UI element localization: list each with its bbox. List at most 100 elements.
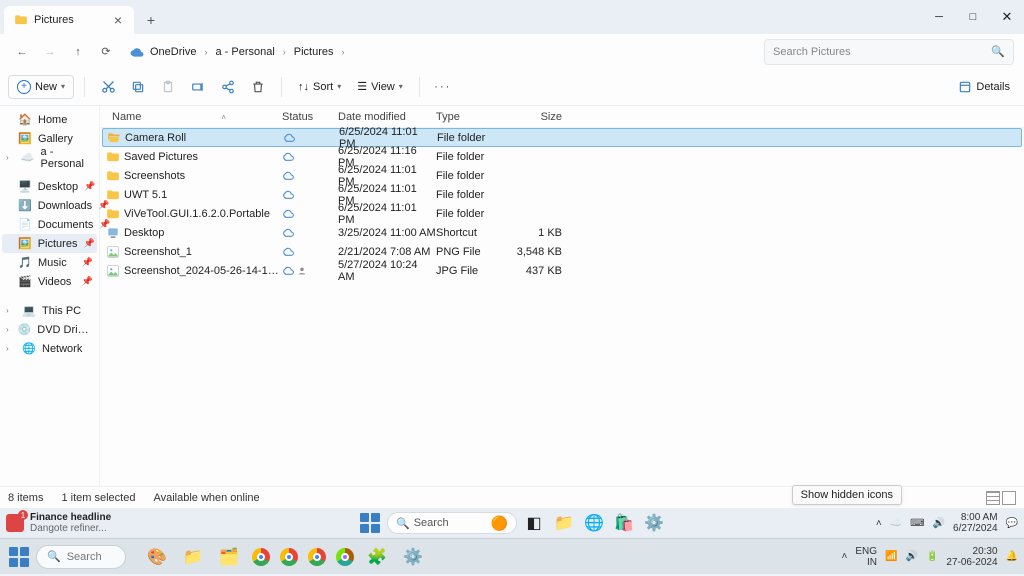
bc-onedrive[interactable]: OneDrive bbox=[146, 42, 200, 62]
chevron-right-icon: › bbox=[6, 325, 12, 334]
up-button[interactable]: ↑ bbox=[64, 38, 92, 66]
col-type[interactable]: Type bbox=[436, 111, 516, 123]
tray-chevron-icon[interactable]: ˄ bbox=[842, 551, 848, 562]
more-button[interactable]: ··· bbox=[430, 74, 456, 100]
forward-button[interactable]: → bbox=[36, 38, 64, 66]
minimize-button[interactable]: ─ bbox=[922, 0, 956, 34]
tab-close-icon[interactable]: × bbox=[110, 12, 126, 28]
input-tray-icon[interactable]: ⌨ bbox=[910, 518, 924, 529]
clock-outer[interactable]: 20:3027-06-2024 bbox=[946, 546, 997, 568]
delete-button[interactable] bbox=[245, 74, 271, 100]
clock[interactable]: 8:00 AM6/27/2024 bbox=[953, 512, 998, 534]
chrome-icon-2[interactable] bbox=[280, 548, 298, 566]
cut-button[interactable] bbox=[95, 74, 121, 100]
settings-icon[interactable]: ⚙️ bbox=[400, 544, 426, 570]
video-icon: 🎬 bbox=[18, 275, 32, 289]
sidebar-item-thispc[interactable]: ›💻This PC bbox=[0, 301, 99, 320]
tray-chevron-icon[interactable]: ˄ bbox=[876, 518, 882, 529]
files-icon[interactable]: 🗂️ bbox=[216, 544, 242, 570]
taskview-button[interactable]: ◧ bbox=[521, 510, 547, 536]
host-search[interactable]: 🔍Search bbox=[36, 545, 126, 569]
share-button[interactable] bbox=[215, 74, 241, 100]
edge-taskbar-icon[interactable]: 🌐 bbox=[581, 510, 607, 536]
new-button[interactable]: + New ▾ bbox=[8, 75, 74, 99]
search-input[interactable]: Search Pictures 🔍 bbox=[764, 39, 1014, 65]
notification-tray-icon[interactable]: 🔔 bbox=[1006, 551, 1018, 562]
copy-button[interactable] bbox=[125, 74, 151, 100]
col-date[interactable]: Date modified bbox=[338, 111, 436, 123]
tab-pictures[interactable]: Pictures × bbox=[4, 6, 134, 34]
pin-icon: 📌 bbox=[82, 276, 93, 287]
sidebar-item-dvd[interactable]: ›💿DVD Drive (D:) CCC bbox=[0, 320, 99, 339]
start-button[interactable] bbox=[357, 510, 383, 536]
taskbar-search[interactable]: 🔍Search🟠 bbox=[387, 512, 517, 534]
paste-button[interactable] bbox=[155, 74, 181, 100]
file-row[interactable]: UWT 5.16/25/2024 11:01 PMFile folder bbox=[100, 185, 1024, 204]
bc-personal[interactable]: a - Personal bbox=[211, 42, 278, 62]
file-type: File folder bbox=[436, 189, 516, 201]
column-headers[interactable]: Name˄ Status Date modified Type Size bbox=[100, 106, 1024, 128]
file-row[interactable]: Screenshot_12/21/2024 7:08 AMPNG File3,5… bbox=[100, 242, 1024, 261]
sidebar-item-downloads[interactable]: ⬇️Downloads📌 bbox=[0, 196, 99, 215]
file-row[interactable]: Screenshots6/25/2024 11:01 PMFile folder bbox=[100, 166, 1024, 185]
view-icons-toggle[interactable] bbox=[1002, 491, 1016, 505]
cloud-icon bbox=[130, 45, 144, 59]
file-row[interactable]: Desktop3/25/2024 11:00 AMShortcut1 KB bbox=[100, 223, 1024, 242]
news-widget[interactable]: Finance headline Dangote refiner... bbox=[6, 512, 111, 534]
settings-taskbar-icon[interactable]: ⚙️ bbox=[641, 510, 667, 536]
sidebar-item-desktop[interactable]: 🖥️Desktop📌 bbox=[0, 177, 99, 196]
sidebar-item-network[interactable]: ›🌐Network bbox=[0, 339, 99, 358]
notification-tray-icon[interactable]: 💬 bbox=[1006, 518, 1018, 529]
address-bar: ← → ↑ ⟳ OneDrive › a - Personal › Pictur… bbox=[0, 34, 1024, 68]
folder-icon bbox=[14, 13, 28, 27]
store-taskbar-icon[interactable]: 🛍️ bbox=[611, 510, 637, 536]
maximize-button[interactable]: □ bbox=[956, 0, 990, 34]
explorer-taskbar-icon[interactable]: 📁 bbox=[551, 510, 577, 536]
sort-icon: ↑↓ bbox=[298, 81, 309, 93]
volume-tray-icon[interactable]: 🔊 bbox=[905, 551, 917, 562]
toolbar: + New ▾ ↑↓ Sort ▾ ☰ View ▾ ··· Details bbox=[0, 68, 1024, 106]
file-size: 3,548 KB bbox=[516, 246, 568, 258]
file-name: Screenshots bbox=[124, 170, 282, 182]
file-status bbox=[282, 169, 338, 182]
sidebar-item-music[interactable]: 🎵Music📌 bbox=[0, 253, 99, 272]
view-button[interactable]: ☰ View ▾ bbox=[351, 76, 409, 97]
rename-button[interactable] bbox=[185, 74, 211, 100]
close-button[interactable]: ✕ bbox=[990, 0, 1024, 34]
details-button[interactable]: Details bbox=[952, 76, 1016, 98]
onedrive-tray-icon[interactable]: ☁️ bbox=[890, 518, 902, 529]
view-details-toggle[interactable] bbox=[986, 491, 1000, 505]
file-row[interactable]: Screenshot_2024-05-26-14-15-47-963_com.m… bbox=[100, 261, 1024, 280]
sidebar-item-home[interactable]: 🏠Home bbox=[0, 110, 99, 129]
breadcrumb[interactable]: OneDrive › a - Personal › Pictures › bbox=[120, 42, 764, 62]
sidebar-item-pictures[interactable]: 🖼️Pictures📌 bbox=[2, 234, 97, 253]
copilot-icon[interactable]: 🎨 bbox=[144, 544, 170, 570]
chrome-dev-icon[interactable] bbox=[336, 548, 354, 566]
new-tab-button[interactable]: + bbox=[138, 7, 164, 33]
sidebar-item-videos[interactable]: 🎬Videos📌 bbox=[0, 272, 99, 291]
sort-button[interactable]: ↑↓ Sort ▾ bbox=[292, 77, 347, 97]
back-button[interactable]: ← bbox=[8, 38, 36, 66]
file-row[interactable]: ViVeTool.GUI.1.6.2.0.Portable6/25/2024 1… bbox=[100, 204, 1024, 223]
sidebar-item-personal[interactable]: ›☁️a - Personal bbox=[0, 148, 99, 167]
col-name[interactable]: Name˄ bbox=[106, 111, 282, 123]
battery-tray-icon[interactable]: 🔋 bbox=[926, 551, 938, 562]
file-row[interactable]: Camera Roll6/25/2024 11:01 PMFile folder bbox=[102, 128, 1022, 147]
file-type: PNG File bbox=[436, 246, 516, 258]
app-icon[interactable]: 🧩 bbox=[364, 544, 390, 570]
chrome-icon[interactable] bbox=[252, 548, 270, 566]
col-size[interactable]: Size bbox=[516, 111, 568, 123]
lang-indicator[interactable]: ENGIN bbox=[855, 546, 877, 568]
wifi-tray-icon[interactable]: 📶 bbox=[885, 551, 897, 562]
sidebar-item-documents[interactable]: 📄Documents📌 bbox=[0, 215, 99, 234]
start-button-outer[interactable] bbox=[6, 544, 32, 570]
cloud-status-icon bbox=[283, 131, 296, 144]
explorer-icon[interactable]: 📁 bbox=[180, 544, 206, 570]
bc-pictures[interactable]: Pictures bbox=[290, 42, 338, 62]
chrome-icon-3[interactable] bbox=[308, 548, 326, 566]
file-row[interactable]: Saved Pictures6/25/2024 11:16 PMFile fol… bbox=[100, 147, 1024, 166]
volume-tray-icon[interactable]: 🔊 bbox=[933, 518, 945, 529]
shared-icon bbox=[297, 266, 307, 276]
col-status[interactable]: Status bbox=[282, 111, 338, 123]
refresh-button[interactable]: ⟳ bbox=[92, 38, 120, 66]
